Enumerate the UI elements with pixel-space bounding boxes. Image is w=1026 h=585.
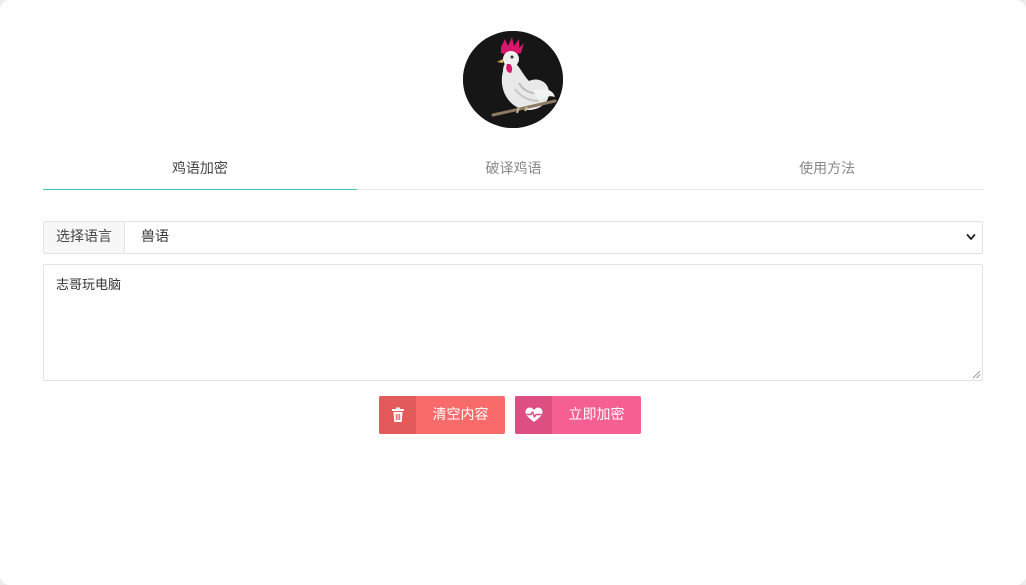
- plaintext-value: 志哥玩电脑: [56, 278, 122, 293]
- tab-decrypt[interactable]: 破译鸡语: [357, 150, 671, 189]
- rooster-icon: [463, 31, 563, 128]
- tab-usage[interactable]: 使用方法: [670, 150, 984, 189]
- trash-icon: [379, 396, 416, 434]
- encrypt-now-button[interactable]: 立即加密: [515, 396, 641, 434]
- language-label: 选择语言: [44, 222, 125, 253]
- tab-bar: 鸡语加密 破译鸡语 使用方法: [43, 150, 984, 190]
- clear-content-label: 清空内容: [432, 407, 489, 423]
- resize-handle-icon[interactable]: [972, 370, 981, 379]
- rooster-avatar: [463, 31, 563, 128]
- language-select[interactable]: 兽语: [125, 222, 982, 253]
- heart-pulse-icon: [515, 396, 552, 434]
- tab-encrypt[interactable]: 鸡语加密: [43, 150, 357, 190]
- encrypt-now-label: 立即加密: [568, 407, 625, 423]
- chevron-down-icon: [966, 234, 976, 240]
- language-selected-value: 兽语: [141, 229, 169, 245]
- language-select-group: 选择语言 兽语: [43, 221, 983, 254]
- plaintext-textarea[interactable]: 志哥玩电脑: [43, 264, 983, 381]
- clear-content-button[interactable]: 清空内容: [379, 396, 505, 434]
- main-card: 鸡语加密 破译鸡语 使用方法 选择语言 兽语 志哥玩电脑 清空内容 立即加密: [0, 0, 1026, 585]
